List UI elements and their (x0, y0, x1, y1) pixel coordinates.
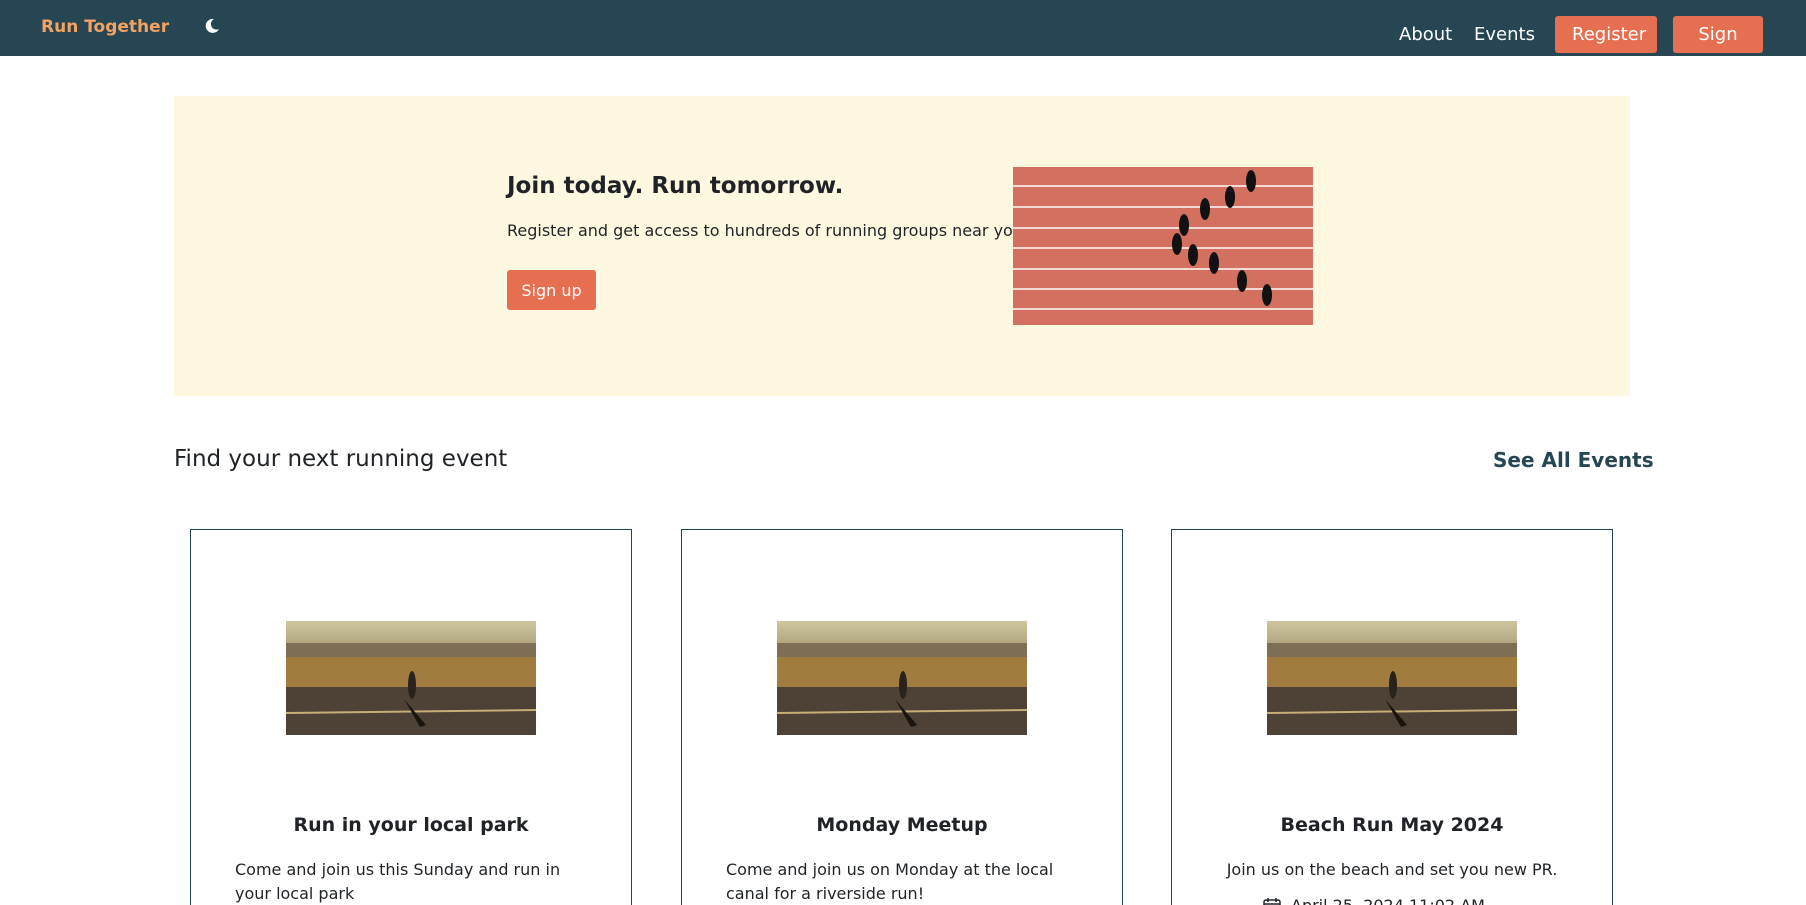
event-title[interactable]: Run in your local park (191, 814, 631, 836)
events-section-title: Find your next running event (174, 446, 508, 472)
event-card[interactable]: Run in your local park Come and join us … (190, 529, 632, 905)
navbar: Run Together About Events Register Sign … (0, 0, 1806, 82)
event-date: April 25, 2024 11:02 AM (1263, 896, 1485, 905)
event-title[interactable]: Monday Meetup (682, 814, 1122, 836)
brand-logo[interactable]: Run Together (41, 17, 169, 37)
moon-icon[interactable] (201, 15, 223, 37)
nav-link-events[interactable]: Events (1474, 24, 1535, 45)
event-image-runner (285, 621, 537, 735)
event-card[interactable]: Monday Meetup Come and join us on Monday… (681, 529, 1123, 905)
event-description: Come and join us this Sunday and run in … (235, 860, 561, 903)
see-all-events-link[interactable]: See All Events (1493, 448, 1654, 472)
sign-up-button[interactable]: Sign up (507, 270, 596, 310)
event-title[interactable]: Beach Run May 2024 (1172, 814, 1612, 836)
hero-banner: Join today. Run tomorrow. Register and g… (174, 96, 1630, 396)
event-image-runner (776, 621, 1028, 735)
event-date-text: April 25, 2024 11:02 AM (1291, 896, 1485, 905)
event-description: Come and join us on Monday at the local … (726, 860, 1054, 903)
calendar-icon (1263, 898, 1281, 905)
hero-title: Join today. Run tomorrow. (507, 173, 844, 199)
event-description: Join us on the beach and set you new PR. (1226, 860, 1558, 879)
sign-in-button[interactable]: Sign In (1673, 16, 1763, 82)
event-card[interactable]: Beach Run May 2024 Join us on the beach … (1171, 529, 1613, 905)
hero-subtitle: Register and get access to hundreds of r… (507, 221, 1029, 240)
event-image-runner (1266, 621, 1518, 735)
register-button[interactable]: Register (1555, 16, 1657, 53)
hero-image-track-runners (1013, 167, 1313, 325)
nav-link-about[interactable]: About (1399, 24, 1452, 45)
